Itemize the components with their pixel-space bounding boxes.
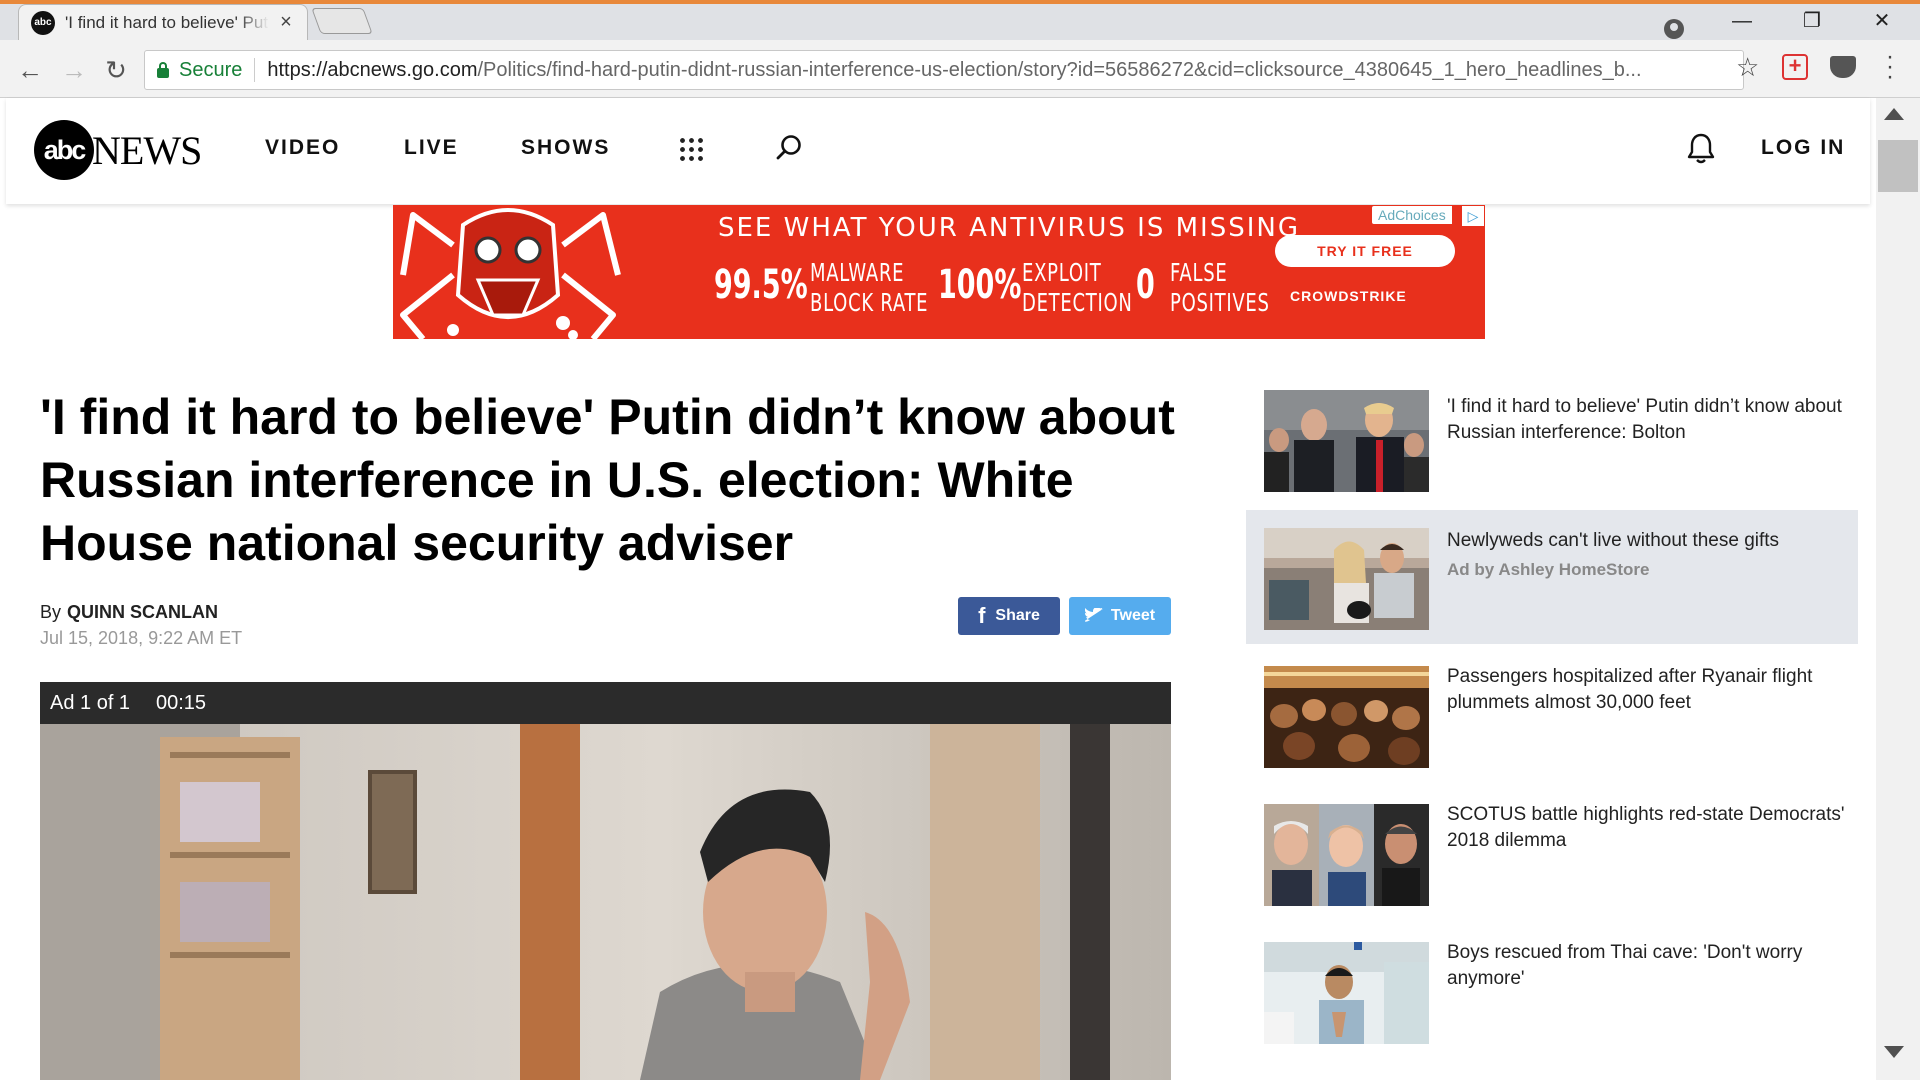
lock-icon	[157, 61, 169, 78]
video-ad-bar	[40, 682, 1171, 724]
ad-stat-value: 0	[1136, 262, 1155, 308]
byline-author[interactable]: QUINN SCANLAN	[67, 602, 218, 623]
login-link[interactable]: LOG IN	[1761, 136, 1845, 160]
sidebar-story-title[interactable]: Newlyweds can't live without these gifts	[1447, 528, 1857, 554]
browser-tab-active[interactable]: abc 'I find it hard to believe' Putin di…	[18, 4, 308, 40]
sidebar-story-title[interactable]: SCOTUS battle highlights red-state Democ…	[1447, 802, 1857, 854]
byline-prefix: By	[40, 602, 62, 622]
back-arrow-icon[interactable]: ←	[14, 54, 46, 86]
sidebar-story-title[interactable]: Boys rescued from Thai cave: 'Don't worr…	[1447, 940, 1857, 992]
video-player[interactable]	[40, 682, 1171, 1080]
story-thumbnail[interactable]	[1264, 942, 1429, 1044]
article-date: Jul 15, 2018, 9:22 AM ET	[40, 628, 243, 648]
story-thumbnail[interactable]	[1264, 804, 1429, 906]
story-thumbnail[interactable]	[1264, 528, 1429, 630]
ad-stat-value: 99.5%	[714, 262, 808, 308]
article-headline: 'I find it hard to believe' Putin didn’t…	[40, 389, 1175, 571]
ad-stat-label: EXPLOIT	[1022, 258, 1102, 287]
page-scrollbar[interactable]	[1876, 98, 1920, 1080]
ad-stat-label: BLOCK RATE	[810, 288, 929, 317]
abc-logo[interactable]: abc	[34, 120, 94, 180]
bookmark-star-icon[interactable]: ☆	[1736, 52, 1759, 83]
notification-bell-icon[interactable]	[1686, 132, 1716, 164]
ad-brand-logo: CROWDSTRIKE	[1290, 288, 1407, 304]
nav-live[interactable]: LIVE	[404, 136, 459, 160]
reload-icon[interactable]: ↻	[100, 54, 132, 86]
address-bar[interactable]: Secure https://abcnews.go.com/Politics/f…	[144, 50, 1744, 90]
facebook-icon: f	[978, 603, 986, 628]
twitter-bird-icon	[1084, 608, 1104, 622]
forward-arrow-icon[interactable]: →	[58, 54, 90, 86]
grid-menu-icon[interactable]	[678, 136, 704, 162]
scroll-up-arrow-icon[interactable]	[1884, 108, 1904, 120]
sidebar-story-title[interactable]: 'I find it hard to believe' Putin didn’t…	[1447, 394, 1857, 446]
sidebar-story-title[interactable]: Passengers hospitalized after Ryanair fl…	[1447, 664, 1857, 716]
sponsor-label[interactable]: Ad by Ashley HomeStore	[1447, 560, 1649, 580]
pocket-extension-icon[interactable]	[1830, 56, 1856, 78]
tweet-label: Tweet	[1110, 607, 1156, 624]
search-icon[interactable]	[776, 134, 802, 160]
video-ad-timer: 00:15	[156, 692, 207, 714]
secure-label: Secure	[179, 58, 243, 81]
tab-close-icon[interactable]: ×	[277, 11, 295, 34]
address-separator	[254, 58, 256, 82]
story-thumbnail[interactable]	[1264, 390, 1429, 492]
video-ad-count: Ad 1 of 1	[50, 692, 131, 714]
window-restore-button[interactable]: ❐	[1782, 6, 1842, 36]
share-label: Share	[995, 607, 1040, 624]
ad-stat-label: POSITIVES	[1170, 288, 1270, 317]
tab-title: 'I find it hard to believe' Putin didn't…	[65, 12, 269, 32]
ad-spider-illustration	[400, 208, 621, 339]
ad-stat-value: 100%	[938, 262, 1022, 308]
nav-shows[interactable]: SHOWS	[521, 136, 610, 160]
new-tab-button[interactable]	[311, 8, 373, 34]
abc-logo-news[interactable]: NEWS	[92, 127, 202, 174]
window-minimize-button[interactable]: —	[1712, 6, 1772, 36]
url-host: https://abcnews.go.com	[267, 58, 478, 81]
ad-cta-button[interactable]: TRY IT FREE	[1275, 235, 1455, 267]
adchoices-label[interactable]: AdChoices	[1372, 206, 1452, 224]
story-thumbnail[interactable]	[1264, 666, 1429, 768]
facebook-share-button[interactable]: f Share	[958, 597, 1060, 635]
adchoices-icon[interactable]: ▷	[1462, 206, 1484, 226]
scroll-down-arrow-icon[interactable]	[1884, 1046, 1904, 1058]
ad-stat-label: DETECTION	[1022, 288, 1133, 317]
abc-favicon-icon: abc	[31, 10, 55, 35]
ad-stat-label: FALSE	[1170, 258, 1228, 287]
nav-video[interactable]: VIDEO	[265, 136, 340, 160]
browser-menu-icon[interactable]: · · ·	[1880, 45, 1900, 89]
ad-stat-label: MALWARE	[810, 258, 905, 287]
window-close-button[interactable]: ✕	[1852, 6, 1912, 36]
twitter-tweet-button[interactable]: Tweet	[1069, 597, 1171, 635]
extension-plus-icon[interactable]: +	[1782, 54, 1808, 80]
scrollbar-thumb[interactable]	[1878, 140, 1918, 192]
profile-icon[interactable]	[1664, 19, 1684, 39]
ad-headline: SEE WHAT YOUR ANTIVIRUS IS MISSING	[718, 213, 1300, 243]
url-path: /Politics/find-hard-putin-didnt-russian-…	[477, 58, 1642, 81]
